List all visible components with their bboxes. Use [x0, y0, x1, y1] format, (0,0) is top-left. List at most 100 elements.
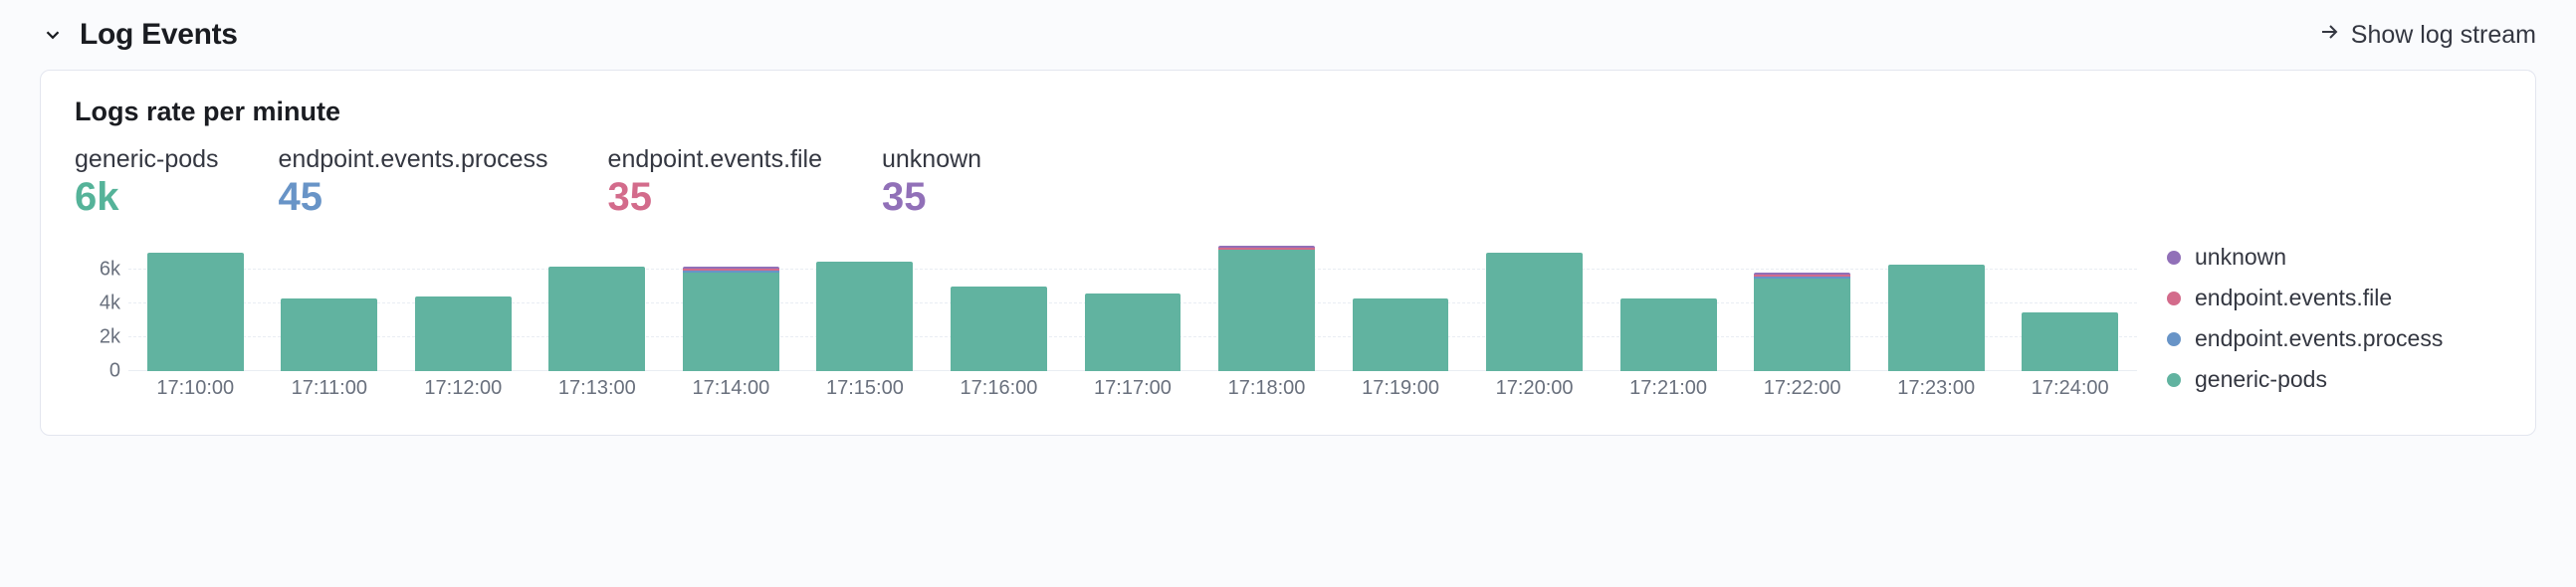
x-tick: 17:19:00: [1334, 371, 1468, 405]
legend-dot-icon: [2167, 332, 2181, 346]
y-tick: 0: [109, 360, 120, 383]
x-tick: 17:17:00: [1066, 371, 1200, 405]
stat-value: 35: [882, 176, 981, 218]
stats-row: generic-pods6kendpoint.events.process45e…: [75, 145, 2505, 218]
stat-label: unknown: [882, 145, 981, 174]
bar-segment-generic: [147, 253, 244, 371]
stat-label: endpoint.events.file: [608, 145, 822, 174]
stat-value: 6k: [75, 176, 219, 218]
bar-segment-generic: [1888, 265, 1985, 371]
chart-plot: [128, 236, 2137, 371]
bar-segment-generic: [415, 296, 512, 371]
bar-segment-generic: [1754, 279, 1850, 372]
chart-row: 0 2k 4k 6k 17:10:0017:11:0017:12:0017:13:00…: [71, 236, 2505, 405]
log-events-panel: Log Events Show log stream Logs rate per…: [0, 0, 2576, 466]
bar-segment-generic: [1218, 250, 1315, 371]
legend-item-file[interactable]: endpoint.events.file: [2167, 285, 2495, 311]
x-tick: 17:12:00: [396, 371, 531, 405]
bar: [281, 298, 377, 371]
bar: [1888, 265, 1985, 371]
bar-slot[interactable]: [1066, 236, 1200, 371]
bar-segment-generic: [951, 287, 1047, 371]
y-tick: 2k: [100, 326, 120, 349]
stat-value: 35: [608, 176, 822, 218]
bar-segment-generic: [1486, 253, 1583, 371]
stat-label: endpoint.events.process: [279, 145, 548, 174]
x-tick: 17:20:00: [1467, 371, 1602, 405]
legend-item-generic[interactable]: generic-pods: [2167, 366, 2495, 393]
chart-y-axis: 02k4k6k: [71, 236, 128, 371]
bar-slot[interactable]: [531, 236, 665, 371]
bar-slot[interactable]: [664, 236, 798, 371]
bar-slot[interactable]: [396, 236, 531, 371]
stat-endpoint.events.file: endpoint.events.file35: [608, 145, 822, 218]
bar: [1754, 273, 1850, 372]
bar-slot[interactable]: [1467, 236, 1602, 371]
stat-value: 45: [279, 176, 548, 218]
bar-segment-generic: [2022, 312, 2118, 372]
legend-label: endpoint.events.file: [2195, 285, 2392, 311]
bar-slot[interactable]: [1334, 236, 1468, 371]
legend-item-unknown[interactable]: unknown: [2167, 244, 2495, 271]
legend-label: unknown: [2195, 244, 2286, 271]
bar-slot[interactable]: [798, 236, 933, 371]
stat-unknown: unknown35: [882, 145, 981, 218]
bar: [1486, 253, 1583, 371]
legend-dot-icon: [2167, 292, 2181, 305]
x-tick: 17:13:00: [531, 371, 665, 405]
bar-slot[interactable]: [932, 236, 1066, 371]
chart-bars: [128, 236, 2137, 371]
bar-slot[interactable]: [1602, 236, 1736, 371]
panel-title: Log Events: [80, 18, 238, 52]
chart-area[interactable]: 0 2k 4k 6k 17:10:0017:11:0017:12:0017:13:00…: [71, 236, 2137, 405]
stat-generic-pods: generic-pods6k: [75, 145, 219, 218]
stat-endpoint.events.process: endpoint.events.process45: [279, 145, 548, 218]
bar: [1620, 298, 1717, 371]
chevron-down-icon[interactable]: [40, 22, 66, 48]
show-log-stream-button[interactable]: Show log stream: [2317, 20, 2536, 51]
bar: [548, 267, 645, 371]
bar: [816, 262, 913, 372]
x-tick: 17:21:00: [1602, 371, 1736, 405]
arrow-right-icon: [2317, 20, 2341, 51]
bar: [415, 296, 512, 371]
y-tick: 6k: [100, 259, 120, 282]
bar-slot[interactable]: [1735, 236, 1869, 371]
x-tick: 17:22:00: [1735, 371, 1869, 405]
chart-x-axis: 17:10:0017:11:0017:12:0017:13:0017:14:00…: [128, 371, 2137, 405]
bar-slot[interactable]: [1869, 236, 2004, 371]
bar-segment-generic: [816, 262, 913, 372]
chart-legend: unknown endpoint.events.file endpoint.even…: [2167, 236, 2505, 405]
bar: [147, 253, 244, 371]
x-tick: 17:14:00: [664, 371, 798, 405]
bar-segment-generic: [1353, 298, 1449, 371]
panel-header: Log Events Show log stream: [40, 18, 2536, 52]
x-tick: 17:16:00: [932, 371, 1066, 405]
bar: [2022, 312, 2118, 372]
legend-item-process[interactable]: endpoint.events.process: [2167, 325, 2495, 352]
x-tick: 17:24:00: [2003, 371, 2137, 405]
bar: [1085, 294, 1181, 371]
bar-segment-generic: [683, 273, 779, 371]
bar-segment-generic: [281, 298, 377, 371]
bar-slot[interactable]: [263, 236, 397, 371]
y-tick: 4k: [100, 293, 120, 315]
show-log-stream-label: Show log stream: [2351, 21, 2536, 50]
legend-dot-icon: [2167, 373, 2181, 387]
bar-segment-generic: [1085, 294, 1181, 371]
bar: [1353, 298, 1449, 371]
x-tick: 17:15:00: [798, 371, 933, 405]
bar-segment-generic: [1620, 298, 1717, 371]
bar: [683, 267, 779, 371]
x-tick: 17:23:00: [1869, 371, 2004, 405]
bar-slot[interactable]: [128, 236, 263, 371]
bar: [951, 287, 1047, 371]
logs-rate-card: Logs rate per minute generic-pods6kendpo…: [40, 70, 2536, 436]
legend-label: generic-pods: [2195, 366, 2327, 393]
bar-slot[interactable]: [1199, 236, 1334, 371]
stat-label: generic-pods: [75, 145, 219, 174]
card-title: Logs rate per minute: [75, 97, 2505, 127]
bar-slot[interactable]: [2003, 236, 2137, 371]
x-tick: 17:18:00: [1199, 371, 1334, 405]
panel-title-wrap[interactable]: Log Events: [40, 18, 238, 52]
